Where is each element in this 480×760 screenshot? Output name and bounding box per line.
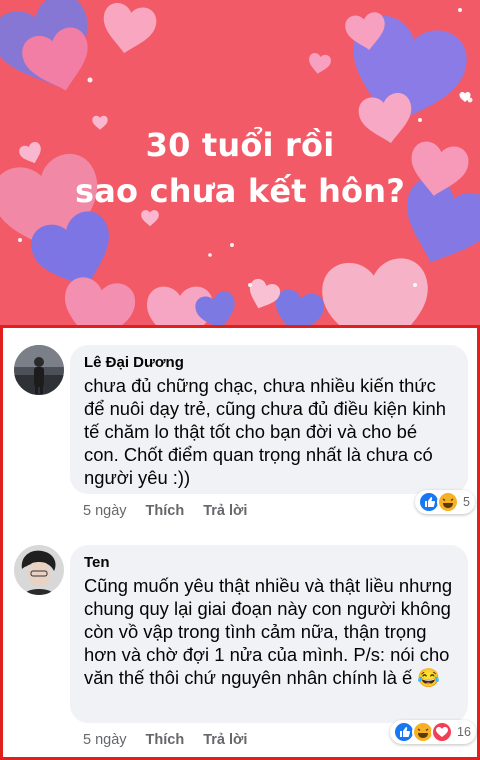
avatar[interactable] [14, 545, 64, 595]
comment-actions: 5 ngày Thích Trả lời [83, 503, 247, 519]
comment-bubble: Lê Đại Dương chưa đủ chững chạc, chưa nh… [70, 345, 468, 494]
comment-text: chưa đủ chững chạc, chưa nhiều kiến thức… [84, 375, 446, 488]
love-icon [431, 721, 453, 743]
avatar[interactable] [14, 345, 64, 395]
comment-bubble: Ten Cũng muốn yêu thật nhiều và thật liề… [70, 545, 468, 723]
banner-title-line2: sao chưa kết hôn? [75, 172, 405, 210]
like-button[interactable]: Thích [146, 503, 185, 519]
haha-icon [437, 491, 459, 513]
reaction-summary[interactable]: 16 [390, 720, 476, 744]
comment-author[interactable]: Ten [84, 554, 454, 572]
reaction-count: 5 [463, 495, 470, 509]
banner-title: 30 tuổi rồi sao chưa kết hôn? [0, 122, 480, 214]
reply-button[interactable]: Trả lời [203, 732, 247, 748]
reaction-summary[interactable]: 5 [415, 490, 475, 514]
reply-button[interactable]: Trả lời [203, 503, 247, 519]
comments-panel: Lê Đại Dương chưa đủ chững chạc, chưa nh… [0, 325, 480, 760]
like-button[interactable]: Thích [146, 732, 185, 748]
comment-time[interactable]: 5 ngày [83, 503, 127, 519]
banner-title-line1: 30 tuổi rồi [145, 126, 335, 164]
comment-actions: 5 ngày Thích Trả lời [83, 732, 247, 748]
banner-image: 30 tuổi rồi sao chưa kết hôn? [0, 0, 480, 325]
reaction-count: 16 [457, 725, 471, 739]
comment-author[interactable]: Lê Đại Dương [84, 354, 454, 372]
comment-text: Cũng muốn yêu thật nhiều và thật liều nh… [84, 575, 453, 688]
comment-time[interactable]: 5 ngày [83, 732, 127, 748]
screenshot: 30 tuổi rồi sao chưa kết hôn? Lê Đại Dươ… [0, 0, 480, 760]
